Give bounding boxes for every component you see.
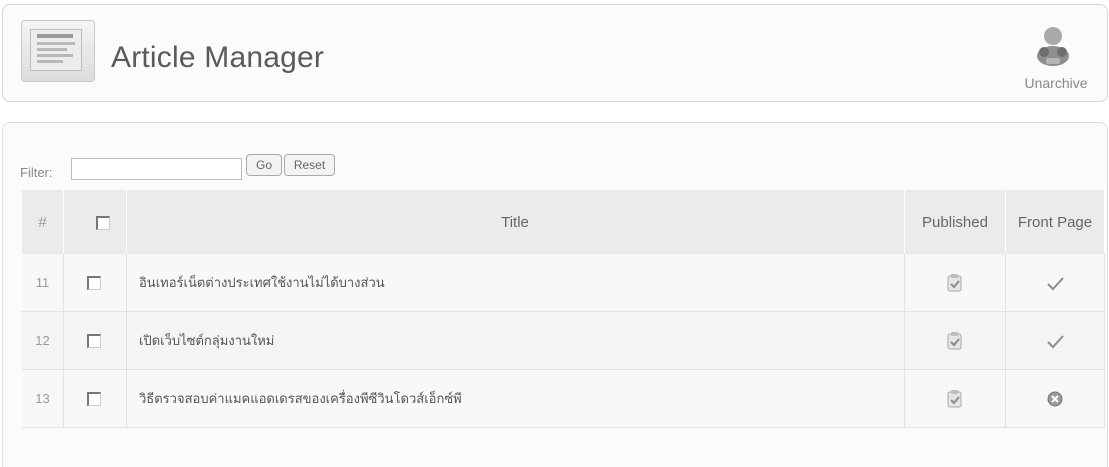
select-all-checkbox[interactable] [96,215,110,230]
not-front-page-icon[interactable] [1045,389,1065,409]
article-title[interactable]: อินเทอร์เน็ตต่างประเทศใช้งานไม่ได้บางส่ว… [126,254,905,312]
row-checkbox[interactable] [87,334,101,349]
published-cell [904,254,1006,312]
row-number: 11 [22,254,64,312]
check-icon[interactable] [1045,273,1065,293]
check-icon[interactable] [1045,331,1065,351]
published-icon[interactable] [946,331,964,351]
column-header-title[interactable]: Title [126,190,905,254]
published-cell [904,369,1006,428]
row-checkbox-cell [63,311,127,370]
front-page-cell [1005,254,1105,312]
row-checkbox[interactable] [87,276,101,291]
published-icon[interactable] [946,273,964,293]
article-title[interactable]: เปิดเว็บไซต์กลุ่มงานใหม่ [126,311,905,370]
table-row: 13 วิธีตรวจสอบค่าแมคแอดเดรสของเครื่องพีซ… [22,369,1105,428]
column-header-published[interactable]: Published [904,190,1006,254]
table-header-row: # Title Published Front Page [22,190,1105,254]
front-page-cell [1005,369,1105,428]
filter-label: Filter: [20,165,53,180]
published-cell [904,311,1006,370]
front-page-cell [1005,311,1105,370]
row-number: 13 [22,369,64,428]
select-all-cell [63,190,127,254]
articles-table: # Title Published Front Page 11 อินเทอร์… [22,190,1105,428]
unarchive-label: Unarchive [1024,75,1088,91]
column-header-front-page[interactable]: Front Page [1005,190,1105,254]
published-icon[interactable] [946,389,964,409]
article-title[interactable]: วิธีตรวจสอบค่าแมคแอดเดรสของเครื่องพีซีวิ… [126,369,905,428]
table-row: 12 เปิดเว็บไซต์กลุ่มงานใหม่ [22,311,1105,370]
reset-button[interactable]: Reset [284,154,335,176]
row-checkbox-cell [63,369,127,428]
unarchive-icon [1037,27,1069,66]
article-manager-icon [21,20,95,82]
unarchive-button[interactable]: Unarchive [1010,16,1102,96]
go-button[interactable]: Go [246,154,282,176]
row-number: 12 [22,311,64,370]
row-checkbox[interactable] [87,392,101,407]
row-checkbox-cell [63,254,127,312]
table-row: 11 อินเทอร์เน็ตต่างประเทศใช้งานไม่ได้บาง… [22,254,1105,312]
header-panel: Article Manager [2,4,1108,102]
filter-input[interactable] [71,158,242,180]
column-header-number: # [22,190,64,254]
page-title: Article Manager [111,41,325,74]
